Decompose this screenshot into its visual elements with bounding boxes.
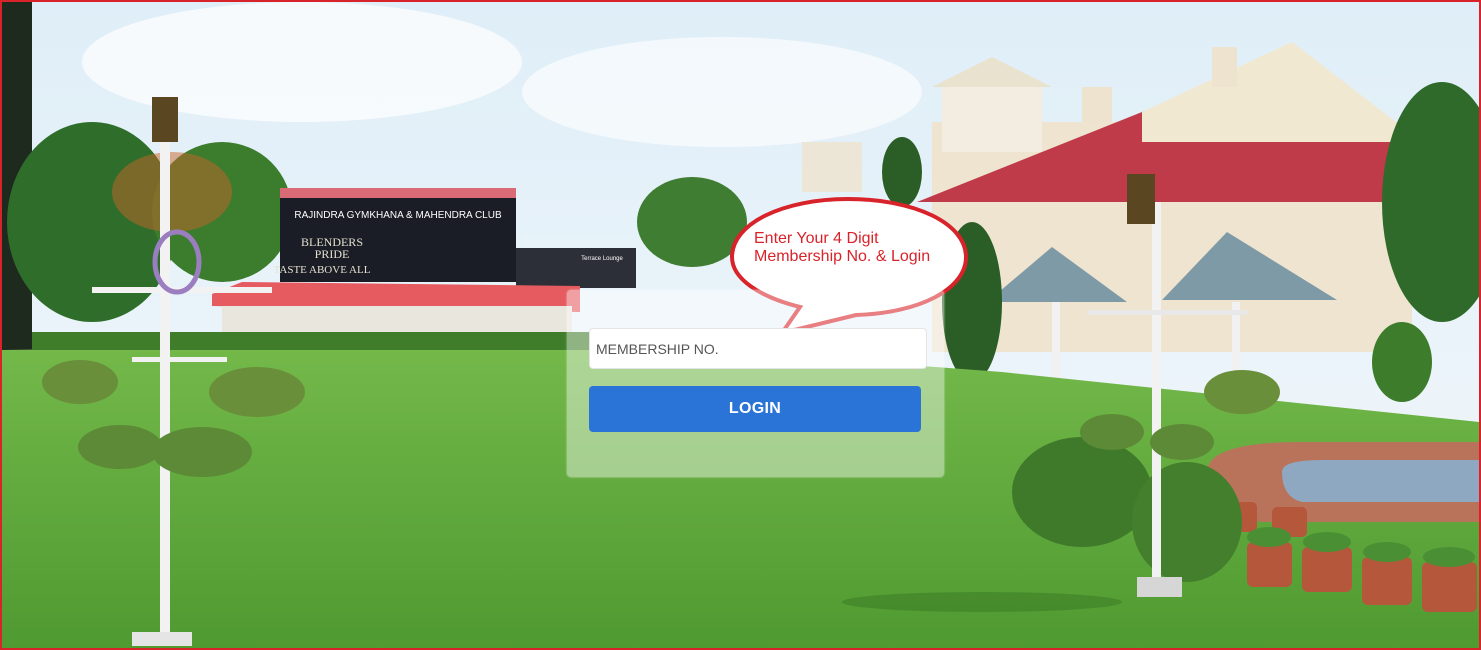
instruction-text: Enter Your 4 Digit Membership No. & Logi… [754,230,954,266]
billboard-brand-line3: TASTE ABOVE ALL [274,264,371,276]
lounge-sign: Terrace Lounge [581,256,623,262]
instruction-line-1: Enter Your 4 Digit [754,230,879,247]
login-button[interactable]: LOGIN [589,386,921,432]
instruction-line-2: Membership No. & Login [754,248,931,265]
billboard-brand-line2: PRIDE [315,247,350,261]
billboard-club-sign: RAJINDRA GYMKHANA & MAHENDRA CLUB [294,210,502,221]
login-panel: LOGIN [567,290,944,477]
membership-number-input[interactable] [589,328,927,369]
page-frame: RAJINDRA GYMKHANA & MAHENDRA CLUB BLENDE… [0,0,1481,650]
